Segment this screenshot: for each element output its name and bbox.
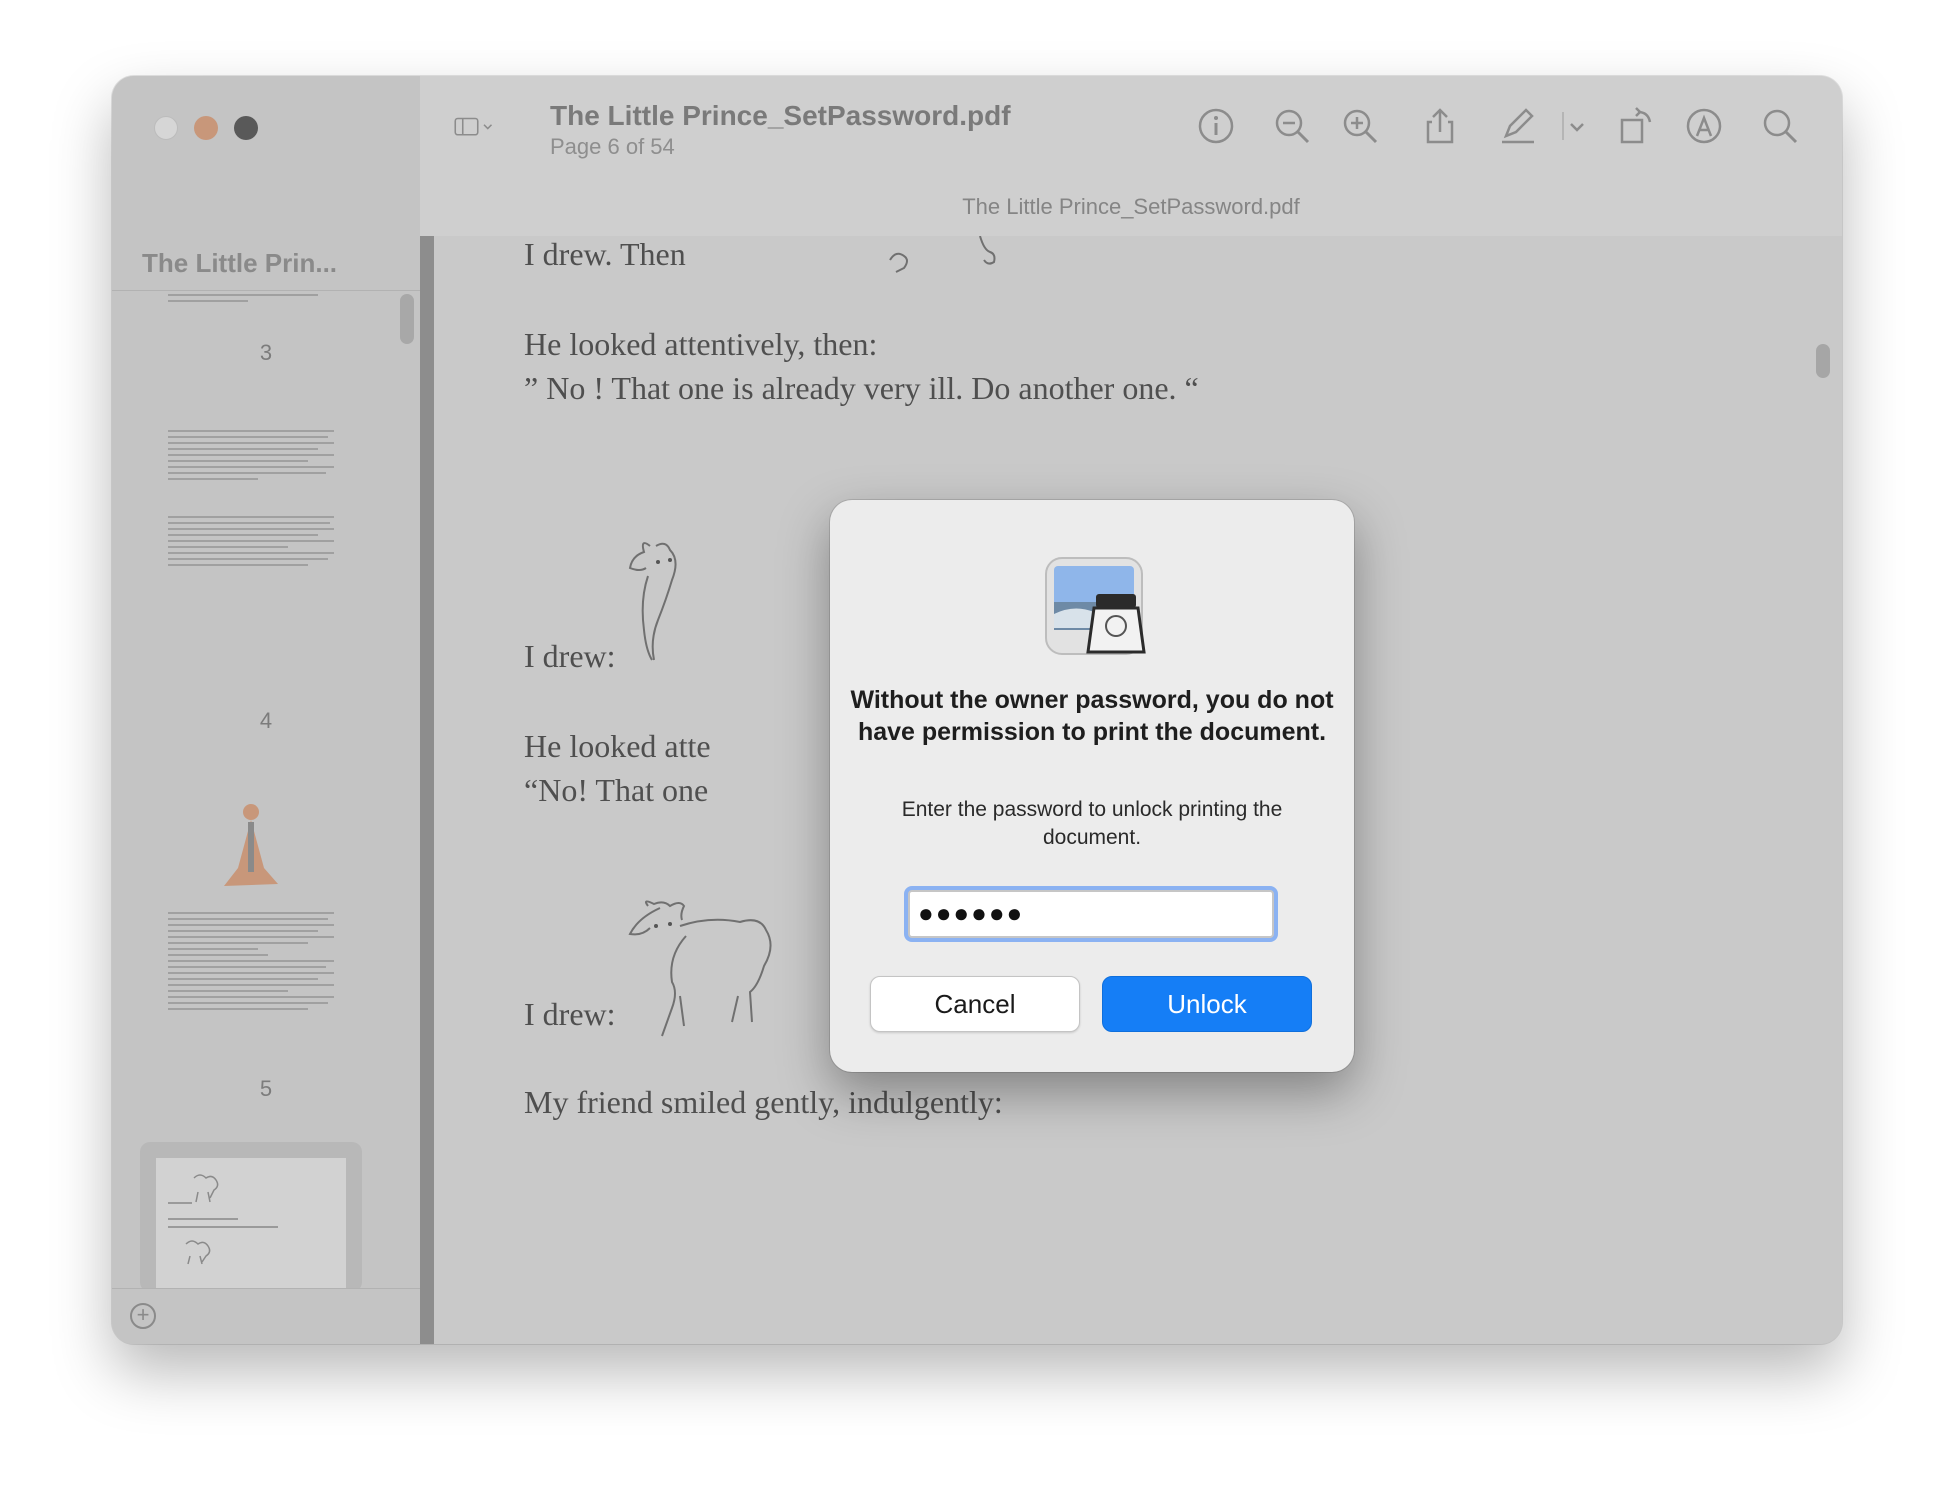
sidebar-footer: + [112,1288,420,1344]
sheep-sketch-bottom [628,900,772,1037]
annotate-icon[interactable] [1684,106,1724,146]
sheep-sketch-middle [628,542,677,661]
info-icon[interactable] [1196,106,1236,146]
pdf-text-line: I drew: [524,996,616,1032]
maximize-window-button[interactable] [234,116,258,140]
little-prince-illustration-icon [224,804,278,886]
markup-pen-icon[interactable] [1498,106,1538,146]
window-controls [154,116,258,140]
pdf-text-line: I drew. Then [524,236,686,272]
rotate-icon[interactable] [1616,106,1656,146]
password-dialog: Without the owner password, you do not h… [830,500,1354,1072]
thumbnail-paper [156,1158,346,1298]
page-number-label: 5 [259,1076,273,1101]
unlock-button[interactable]: Unlock [1102,976,1312,1032]
search-icon[interactable] [1760,106,1800,146]
pdf-text-line: He looked atte [524,728,711,764]
sheep-thumbnail-icon [168,1174,278,1265]
thumbnail-sidebar: The Little Prin... 3 4 5 + [112,76,421,1344]
toolbar: The Little Prince_SetPassword.pdf Page 6… [420,76,1842,237]
cancel-button[interactable]: Cancel [870,976,1080,1032]
dialog-title: Without the owner password, you do not h… [850,686,1334,746]
close-window-button[interactable] [154,116,178,140]
page-indicator: Page 6 of 54 [550,134,675,159]
zoom-in-icon[interactable] [1340,106,1380,146]
page-number-label: 3 [259,340,273,365]
minimize-window-button[interactable] [194,116,218,140]
sidebar-scrollbar[interactable] [400,294,414,344]
pdf-text-line: ” No ! That one is already very ill. Do … [524,370,1199,406]
content-edge [420,236,434,1344]
add-page-icon[interactable]: + [130,1303,156,1329]
markup-dropdown-icon[interactable] [1554,106,1584,146]
page-thumbnail[interactable] [168,798,334,1098]
sidebar-divider [112,290,420,291]
sidebar-title: The Little Prin... [142,248,338,278]
document-title: The Little Prince_SetPassword.pdf [550,100,1011,131]
pdf-scrollbar[interactable] [1816,344,1830,378]
sidebar-toggle-icon[interactable] [454,106,518,146]
pdf-text-line: He looked attentively, then: [524,326,878,362]
page-thumbnail[interactable] [168,294,318,306]
dialog-message: Enter the password to unlock printing th… [901,798,1283,849]
page-thumbnail[interactable] [168,430,334,570]
pdf-text-line: I drew: [524,638,616,674]
password-input[interactable]: ●●●●●● [908,890,1274,938]
pdf-text-line: “No! That one [524,772,709,808]
selected-page-thumbnail[interactable] [140,1142,362,1298]
pdf-text-line: My friend smiled gently, indulgently: [524,1084,1003,1120]
sheep-sketch-top [889,236,996,273]
share-icon[interactable] [1420,106,1460,146]
page-number-label: 4 [259,708,273,733]
preview-window: The Little Prin... 3 4 5 + The Little Pr… [112,76,1842,1344]
zoom-out-icon[interactable] [1272,106,1312,146]
preview-app-icon [1045,557,1146,655]
document-tab-title: The Little Prince_SetPassword.pdf [962,194,1300,219]
